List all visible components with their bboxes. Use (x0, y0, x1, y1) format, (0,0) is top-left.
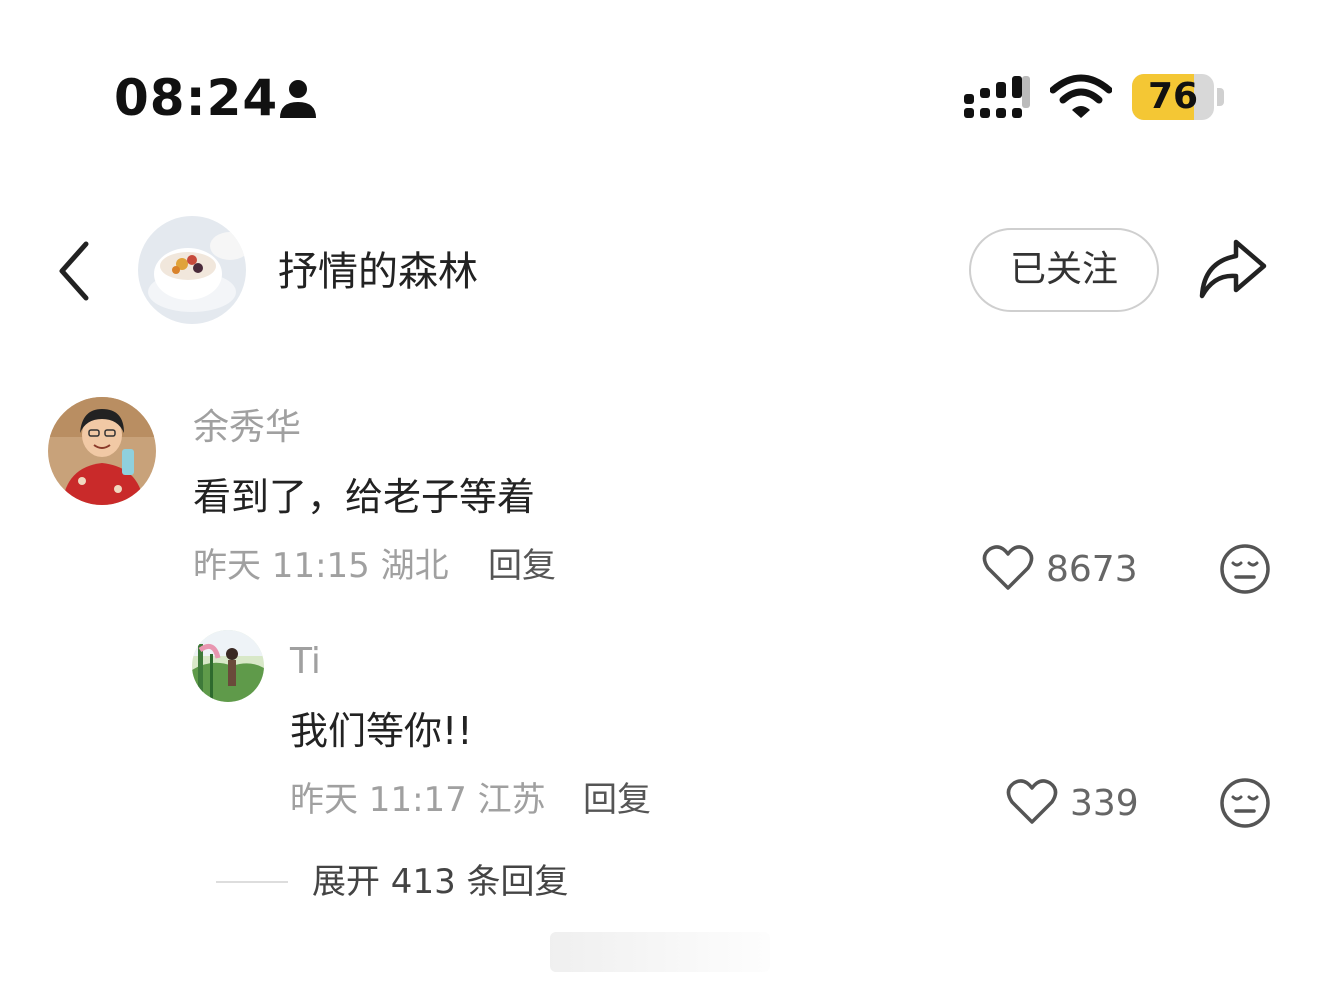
signal-icon (964, 76, 1030, 118)
reply-button[interactable]: 回复 (583, 778, 651, 822)
following-button[interactable]: 已关注 (969, 228, 1159, 312)
expand-replies-button[interactable]: 展开 413 条回复 (312, 860, 569, 904)
reply-text: 我们等你!! (290, 709, 473, 753)
reply-meta: 昨天 11:17 江苏 (290, 780, 546, 820)
comment-text: 看到了，给老子等着 (193, 475, 536, 519)
replier-name[interactable]: Ti (290, 640, 321, 684)
commenter-avatar[interactable] (48, 397, 156, 505)
heart-icon[interactable] (982, 544, 1034, 592)
account-avatar[interactable] (138, 216, 246, 324)
share-arrow-icon[interactable] (1196, 236, 1268, 300)
home-indicator (550, 932, 770, 972)
like-count: 8673 (1046, 549, 1138, 590)
reply-button[interactable]: 回复 (488, 544, 556, 588)
commenter-name[interactable]: 余秀华 (193, 406, 301, 450)
unamused-face-icon[interactable] (1219, 777, 1271, 829)
heart-icon[interactable] (1006, 778, 1058, 826)
expand-divider (216, 881, 288, 883)
comment-meta: 昨天 11:15 湖北 (193, 546, 449, 586)
wifi-icon (1050, 74, 1112, 118)
battery-icon: 76 (1132, 74, 1214, 120)
status-time: 08:24 (114, 69, 279, 127)
unamused-face-icon[interactable] (1219, 543, 1271, 595)
replier-avatar[interactable] (192, 630, 264, 702)
battery-cap (1217, 88, 1224, 106)
like-count: 339 (1070, 783, 1139, 824)
chevron-left-icon[interactable] (52, 238, 96, 304)
battery-level: 76 (1147, 76, 1199, 117)
account-name[interactable]: 抒情的森林 (278, 246, 478, 298)
person-icon (280, 80, 316, 118)
